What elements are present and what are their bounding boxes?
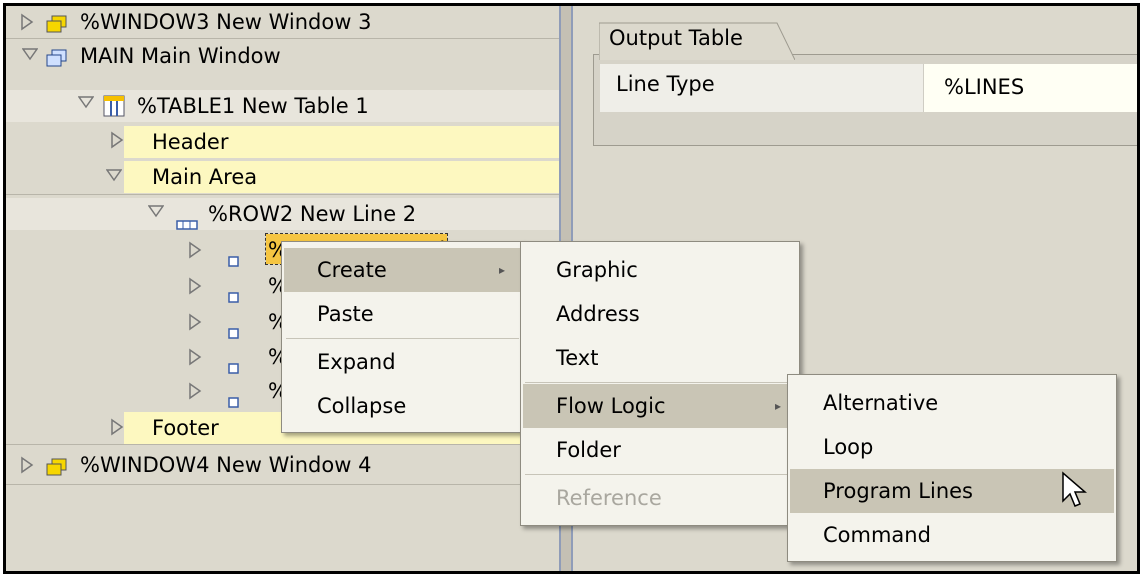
menu-separator: [525, 382, 795, 383]
menu-item-label: Create: [317, 258, 387, 282]
collapse-arrow-icon[interactable]: [148, 204, 164, 222]
menu-item-label: Program Lines: [823, 479, 973, 503]
menu-item-create[interactable]: Create ▸: [284, 248, 521, 292]
tree-node-label: MAIN Main Window: [80, 44, 281, 68]
menu-item-command[interactable]: Command: [790, 513, 1114, 557]
tab-output-table[interactable]: Output Table: [599, 22, 795, 60]
menu-item-label: Address: [556, 302, 640, 326]
menu-item-paste[interactable]: Paste: [284, 292, 521, 336]
tree-node-label: %ROW2 New Line 2: [208, 202, 417, 226]
menu-item-label: Flow Logic: [556, 394, 666, 418]
tree-node-label: %TABLE1 New Table 1: [137, 94, 369, 118]
menu-separator: [286, 338, 519, 339]
menu-item-label: Paste: [317, 302, 374, 326]
expand-arrow-icon[interactable]: [188, 313, 202, 331]
menu-separator: [525, 474, 795, 475]
mouse-cursor-icon: [1061, 471, 1088, 516]
tree-node-window4[interactable]: %WINDOW4 New Window 4: [6, 449, 559, 481]
menu-item-label: Text: [556, 346, 599, 370]
tree-node-label: Main Area: [152, 165, 258, 189]
submenu-arrow-icon: ▸: [498, 263, 505, 277]
app-frame: %WINDOW3 New Window 3 MAIN Main Window %…: [3, 3, 1140, 574]
expand-arrow-icon[interactable]: [110, 418, 124, 436]
divider: [6, 38, 559, 39]
tab-label: Output Table: [609, 26, 743, 50]
line-type-row: Line Type %LINES: [600, 64, 1137, 112]
divider: [6, 484, 559, 485]
submenu-arrow-icon: ▸: [774, 399, 781, 413]
line-type-value[interactable]: %LINES: [923, 64, 1137, 112]
collapse-arrow-icon[interactable]: [22, 47, 38, 65]
menu-item-label: Command: [823, 523, 931, 547]
tree-node-label: %WINDOW3 New Window 3: [80, 10, 372, 34]
menu-item-collapse[interactable]: Collapse: [284, 384, 521, 428]
menu-item-reference: Reference: [523, 476, 797, 520]
menu-item-flow-logic[interactable]: Flow Logic ▸: [523, 384, 797, 428]
expand-arrow-icon[interactable]: [188, 277, 202, 295]
expand-arrow-icon[interactable]: [20, 456, 34, 474]
tree-node-label: %WINDOW4 New Window 4: [80, 453, 372, 477]
tree-node-main-area[interactable]: Main Area: [124, 161, 559, 193]
collapse-arrow-icon[interactable]: [78, 95, 94, 113]
expand-arrow-icon[interactable]: [188, 348, 202, 366]
tree-node-label: Header: [152, 130, 229, 154]
divider: [6, 194, 559, 195]
tree-node-row2[interactable]: %ROW2 New Line 2: [6, 198, 559, 230]
menu-item-graphic[interactable]: Graphic: [523, 248, 797, 292]
create-submenu: Graphic Address Text Flow Logic ▸ Folder…: [520, 241, 800, 526]
menu-item-label: Graphic: [556, 258, 638, 282]
divider: [6, 444, 559, 445]
collapse-arrow-icon[interactable]: [106, 168, 122, 186]
expand-arrow-icon[interactable]: [110, 131, 124, 149]
expand-arrow-icon[interactable]: [188, 241, 202, 259]
menu-item-label: Expand: [317, 350, 396, 374]
window-icon: [46, 455, 68, 487]
menu-item-label: Collapse: [317, 394, 407, 418]
line-type-label: Line Type: [616, 72, 715, 96]
menu-item-label: Folder: [556, 438, 621, 462]
menu-item-label: Reference: [556, 486, 662, 510]
menu-item-address[interactable]: Address: [523, 292, 797, 336]
table-icon: [103, 94, 125, 126]
flow-logic-submenu: Alternative Loop Program Lines Command: [787, 374, 1117, 562]
menu-item-text[interactable]: Text: [523, 336, 797, 380]
tree-node-table1[interactable]: %TABLE1 New Table 1: [6, 90, 559, 122]
expand-arrow-icon[interactable]: [20, 13, 34, 31]
tree-node-label: Footer: [152, 416, 219, 440]
menu-item-label: Alternative: [823, 391, 939, 415]
menu-item-label: Loop: [823, 435, 874, 459]
tree-node-main[interactable]: MAIN Main Window: [6, 40, 559, 72]
tree-node-window3[interactable]: %WINDOW3 New Window 3: [6, 6, 559, 38]
expand-arrow-icon[interactable]: [188, 382, 202, 400]
menu-item-folder[interactable]: Folder: [523, 428, 797, 472]
menu-item-loop[interactable]: Loop: [790, 425, 1114, 469]
menu-item-expand[interactable]: Expand: [284, 340, 521, 384]
main-window-icon: [46, 46, 68, 78]
context-menu: Create ▸ Paste Expand Collapse: [281, 241, 524, 433]
tree-node-header[interactable]: Header: [124, 126, 559, 158]
menu-item-alternative[interactable]: Alternative: [790, 381, 1114, 425]
